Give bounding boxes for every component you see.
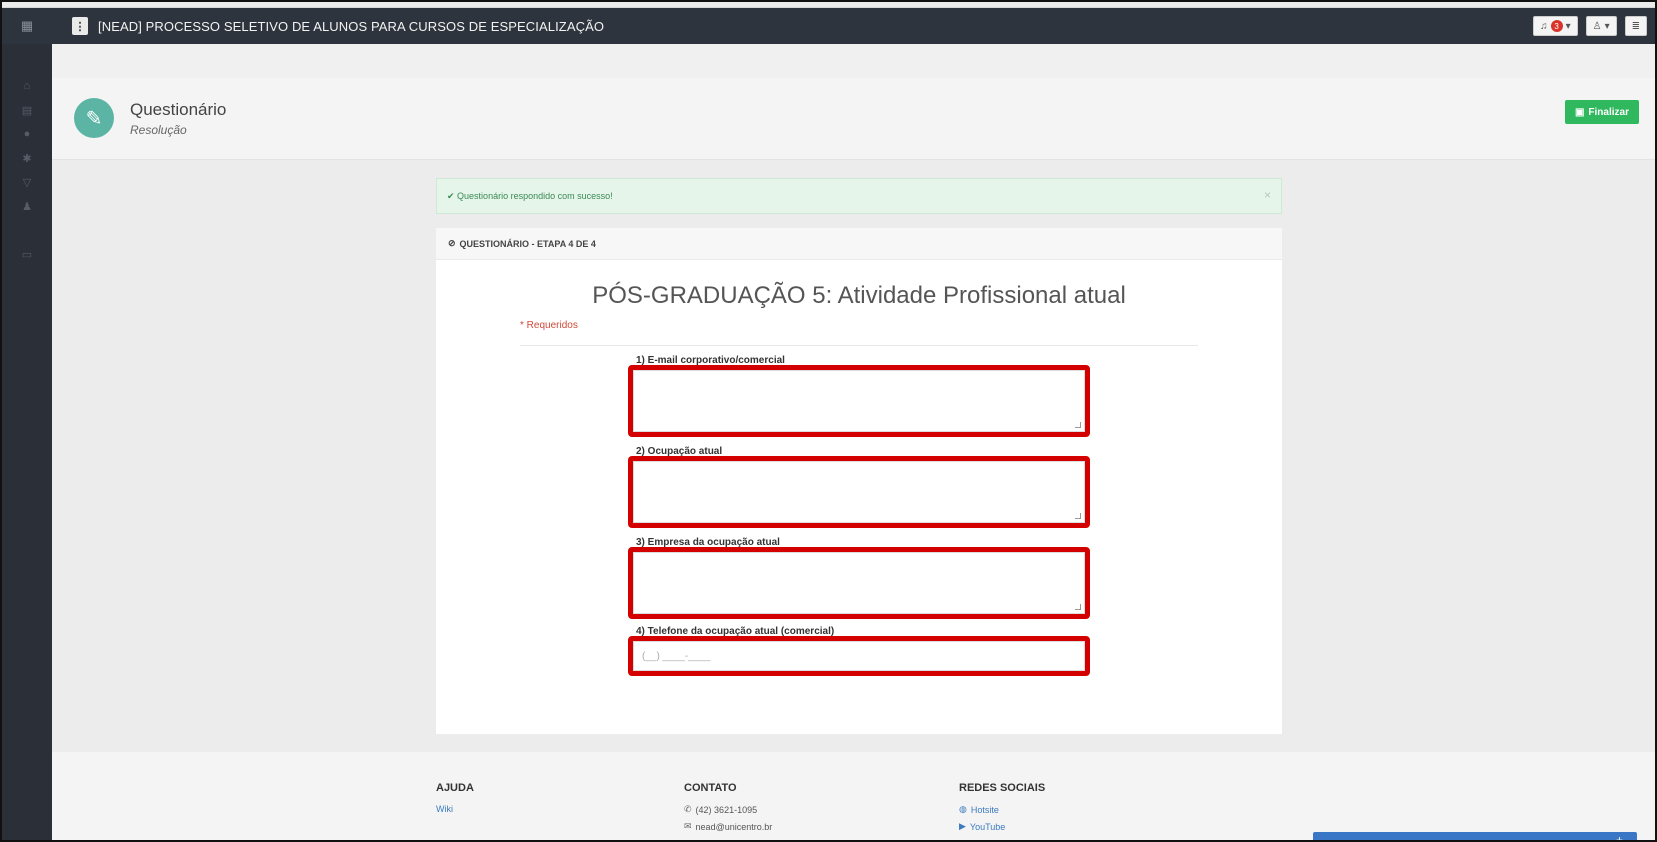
finalize-button[interactable]: ▣ Finalizar bbox=[1564, 100, 1639, 124]
check-circle-icon: ⊘ bbox=[448, 238, 456, 248]
footer-phone: ✆ (42) 3621-1095 bbox=[684, 804, 758, 815]
footer-heading-contact: CONTATO bbox=[684, 782, 737, 794]
occupation-textarea[interactable] bbox=[633, 461, 1085, 523]
footer-heading-help: AJUDA bbox=[436, 782, 474, 794]
footer-heading-social: REDES SOCIAIS bbox=[959, 782, 1046, 794]
email-textarea[interactable] bbox=[633, 370, 1085, 432]
page-title: Questionário bbox=[130, 100, 227, 119]
divider bbox=[520, 345, 1198, 346]
bell-icon: ♫ bbox=[1540, 20, 1548, 32]
questionnaire-title: PÓS-GRADUAÇÃO 5: Atividade Profissional … bbox=[592, 282, 1126, 309]
company-textarea[interactable] bbox=[633, 552, 1085, 614]
envelope-icon: ✉ bbox=[684, 821, 692, 831]
menu-toggle-button[interactable]: ⋮ bbox=[72, 17, 88, 35]
expand-icon[interactable]: + bbox=[1616, 833, 1623, 840]
page-header: ✎ Questionário Resolução ▣ Finalizar bbox=[52, 78, 1655, 160]
chevron-down-icon: ▾ bbox=[1604, 20, 1610, 32]
app-title: [NEAD] PROCESSO SELETIVO DE ALUNOS PARA … bbox=[98, 18, 605, 34]
calendar-icon[interactable]: ▦ bbox=[2, 8, 52, 44]
questionnaire-icon: ✎ bbox=[74, 98, 114, 138]
phone-icon: ✆ bbox=[684, 804, 692, 814]
topbar-actions: ♫ 3 ▾ ♙ ▾ ≣ bbox=[1533, 16, 1647, 36]
youtube-icon: ▶ bbox=[959, 821, 966, 831]
page-subtitle: Resolução bbox=[130, 123, 187, 137]
sidebar: ▦ ⌂ ▤ ● ✱ ▽ ♟ ▭ bbox=[2, 8, 52, 840]
panel-toggle-button[interactable]: ≣ bbox=[1624, 16, 1647, 36]
questionnaire-card: ⊘ QUESTIONÁRIO - ETAPA 4 DE 4 PÓS-GRADUA… bbox=[436, 228, 1282, 734]
users-icon[interactable]: ♟ bbox=[2, 194, 52, 218]
dot-icon[interactable]: ● bbox=[2, 122, 52, 146]
user-icon: ♙ bbox=[1592, 20, 1602, 32]
save-icon: ▣ bbox=[1574, 106, 1585, 118]
filter-icon[interactable]: ▽ bbox=[2, 170, 52, 194]
success-alert: ✔ Questionário respondido com sucesso! × bbox=[436, 178, 1282, 214]
phone-input[interactable]: (__) ____-____ bbox=[633, 641, 1085, 671]
resize-handle[interactable] bbox=[1075, 422, 1081, 428]
check-icon: ✔ bbox=[447, 190, 458, 201]
chat-widget[interactable]: + bbox=[1313, 832, 1637, 840]
gear-icon[interactable]: ✱ bbox=[2, 146, 52, 170]
footer: AJUDA Wiki CONTATO ✆ (42) 3621-1095 ✉ nead… bbox=[52, 752, 1655, 840]
notifications-button[interactable]: ♫ 3 ▾ bbox=[1533, 16, 1578, 36]
alert-message: Questionário respondido com sucesso! bbox=[457, 191, 613, 201]
keyboard-icon[interactable]: ▭ bbox=[2, 242, 52, 266]
resize-handle[interactable] bbox=[1075, 513, 1081, 519]
user-menu-button[interactable]: ♙ ▾ bbox=[1585, 16, 1617, 36]
browser-window: ▦ ⌂ ▤ ● ✱ ▽ ♟ ▭ ⋮ [NEAD] PROCESSO SELETI… bbox=[0, 0, 1657, 842]
footer-email[interactable]: ✉ nead@unicentro.br bbox=[684, 821, 772, 832]
card-header: ⊘ QUESTIONÁRIO - ETAPA 4 DE 4 bbox=[436, 228, 1282, 260]
home-icon[interactable]: ⌂ bbox=[2, 74, 52, 98]
resize-handle[interactable] bbox=[1075, 604, 1081, 610]
footer-link-wiki[interactable]: Wiki bbox=[436, 804, 474, 814]
required-note: * Requeridos bbox=[520, 320, 578, 331]
footer-social: REDES SOCIAIS ◍ Hotsite ▶ YouTube bbox=[959, 782, 1045, 832]
footer-contact: CONTATO ✆ (42) 3621-1095 ✉ nead@unicentro.… bbox=[684, 782, 772, 832]
footer-link-youtube[interactable]: ▶ YouTube bbox=[959, 821, 1045, 832]
book-icon[interactable]: ▤ bbox=[2, 98, 52, 122]
footer-help: AJUDA Wiki bbox=[436, 782, 474, 814]
footer-link-hotsite[interactable]: ◍ Hotsite bbox=[959, 804, 1045, 815]
chevron-down-icon: ▾ bbox=[1565, 20, 1571, 32]
notification-badge: 3 bbox=[1550, 20, 1563, 32]
globe-icon: ◍ bbox=[959, 804, 967, 814]
list-icon: ≣ bbox=[1631, 20, 1640, 32]
main-content: ✔ Questionário respondido com sucesso! ×… bbox=[52, 160, 1655, 752]
close-icon[interactable]: × bbox=[1264, 188, 1271, 202]
top-navbar: ⋮ [NEAD] PROCESSO SELETIVO DE ALUNOS PAR… bbox=[52, 8, 1655, 44]
